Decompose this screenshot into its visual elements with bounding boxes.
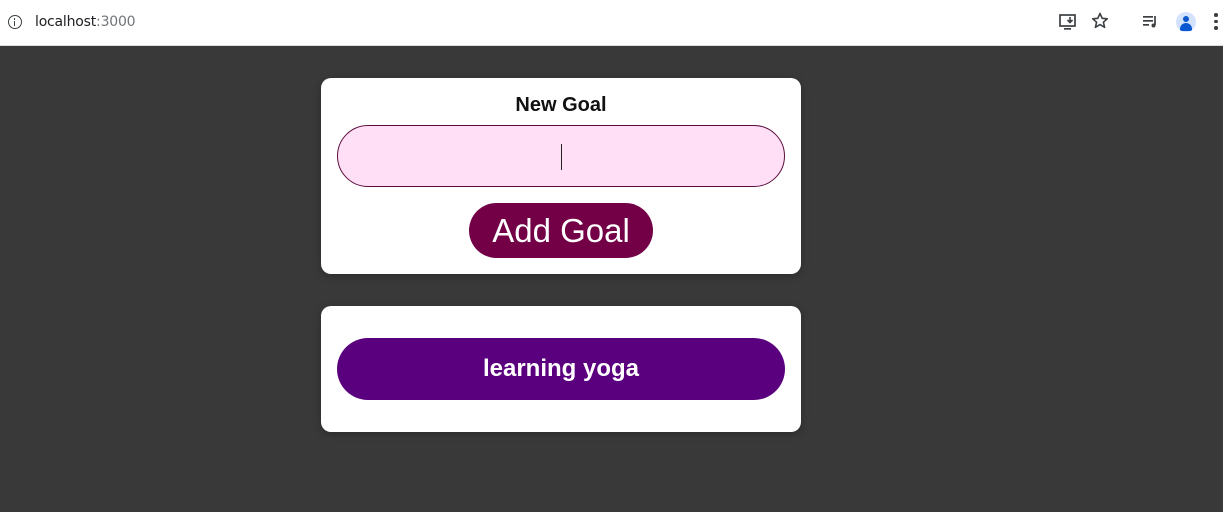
profile-shoulders bbox=[1180, 23, 1192, 31]
star-icon[interactable] bbox=[1090, 11, 1110, 31]
profile-head bbox=[1183, 16, 1189, 22]
goal-form-card: New Goal Add Goal bbox=[321, 78, 801, 274]
new-goal-label: New Goal bbox=[515, 94, 607, 116]
url-port: :3000 bbox=[96, 14, 136, 30]
info-icon[interactable] bbox=[8, 15, 22, 29]
profile-icon[interactable] bbox=[1176, 12, 1196, 32]
install-icon[interactable] bbox=[1058, 12, 1078, 32]
url-text[interactable]: localhost:3000 bbox=[35, 14, 136, 30]
address-bar[interactable]: localhost:3000 bbox=[0, 4, 1122, 40]
add-goal-button[interactable]: Add Goal bbox=[469, 203, 653, 258]
text-caret bbox=[561, 144, 562, 170]
url-host: localhost bbox=[35, 14, 97, 30]
media-icon[interactable] bbox=[1140, 12, 1160, 32]
browser-toolbar: localhost:3000 bbox=[0, 0, 1223, 46]
goal-item[interactable]: learning yoga bbox=[337, 338, 785, 400]
menu-icon[interactable] bbox=[1214, 13, 1220, 31]
goal-list-card: learning yoga bbox=[321, 306, 801, 432]
